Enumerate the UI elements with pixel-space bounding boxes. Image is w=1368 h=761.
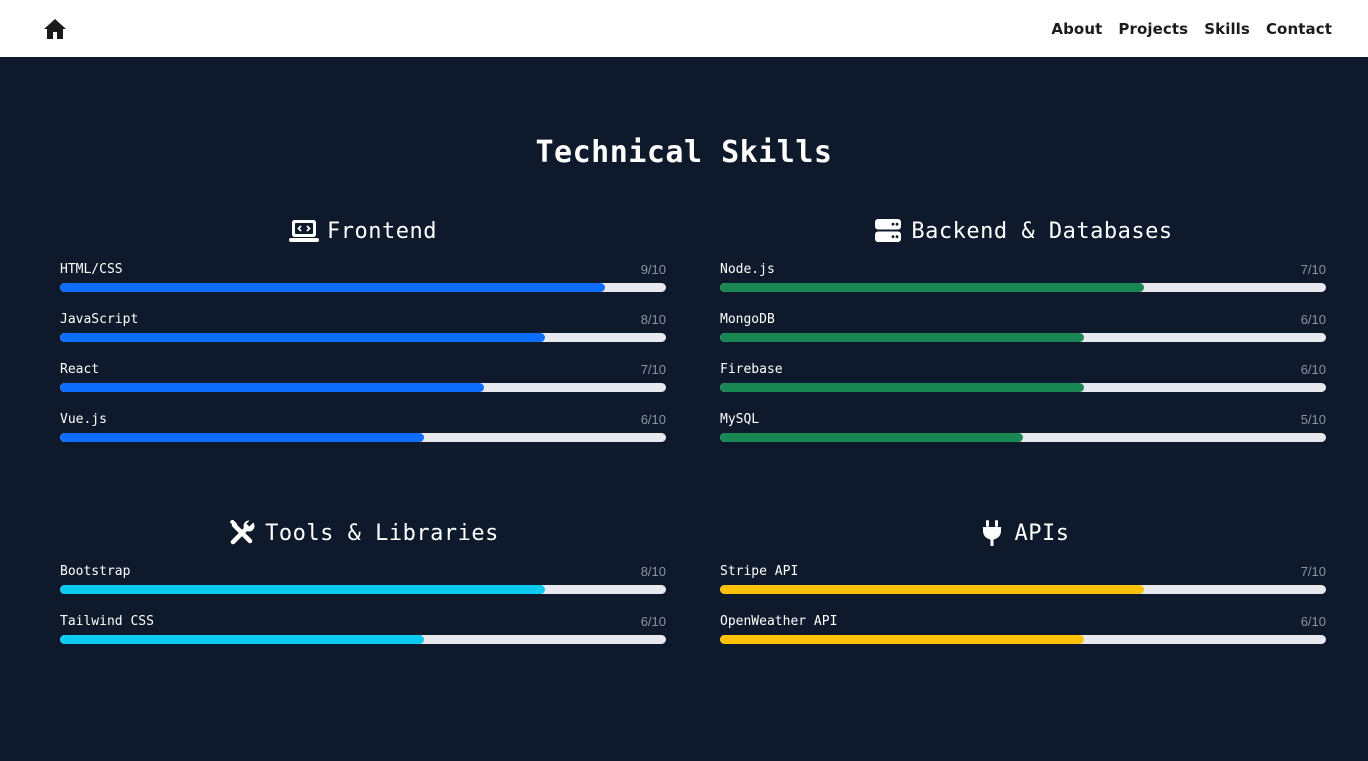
page-title: Technical Skills	[535, 135, 833, 170]
progress-track	[720, 283, 1326, 292]
skill-item: MySQL 5/10	[720, 410, 1326, 460]
progress-track	[720, 585, 1326, 594]
progress-fill	[60, 333, 545, 342]
skill-name: Firebase	[720, 362, 783, 377]
skill-item: React 7/10	[60, 360, 666, 410]
skill-score: 9/10	[640, 262, 666, 277]
group-header: Frontend	[60, 216, 666, 246]
skill-name: Vue.js	[60, 412, 107, 427]
skill-item: OpenWeather API 6/10	[720, 612, 1326, 662]
home-icon	[44, 18, 66, 39]
skill-score: 7/10	[1300, 262, 1326, 277]
skill-score: 5/10	[1300, 412, 1326, 427]
skill-group-frontend: Frontend HTML/CSS 9/10 JavaScript 8/10 R…	[60, 216, 666, 460]
skill-group-backend: Backend & Databases Node.js 7/10 MongoDB…	[720, 216, 1326, 460]
skill-name: React	[60, 362, 100, 377]
skill-item: HTML/CSS 9/10	[60, 260, 666, 310]
skill-score: 8/10	[640, 312, 666, 327]
server-icon	[873, 216, 903, 246]
skill-item: Bootstrap 8/10	[60, 562, 666, 612]
nav-links: About Projects Skills Contact	[1051, 20, 1332, 38]
nav-skills[interactable]: Skills	[1204, 20, 1250, 38]
nav-about[interactable]: About	[1051, 20, 1102, 38]
skill-score: 6/10	[1300, 614, 1326, 629]
nav-projects[interactable]: Projects	[1118, 20, 1188, 38]
progress-track	[60, 635, 666, 644]
plug-icon	[977, 518, 1007, 548]
progress-track	[60, 283, 666, 292]
progress-fill	[720, 635, 1084, 644]
skill-name: Tailwind CSS	[60, 614, 154, 629]
skill-item: Node.js 7/10	[720, 260, 1326, 310]
navbar: About Projects Skills Contact	[0, 0, 1368, 57]
skill-score: 7/10	[1300, 564, 1326, 579]
progress-track	[720, 433, 1326, 442]
skill-score: 6/10	[640, 412, 666, 427]
progress-fill	[60, 283, 606, 292]
progress-fill	[720, 585, 1145, 594]
group-header: APIs	[720, 518, 1326, 548]
skill-group-tools: Tools & Libraries Bootstrap 8/10 Tailwin…	[60, 518, 666, 662]
progress-track	[720, 333, 1326, 342]
progress-fill	[60, 433, 424, 442]
group-title: APIs	[1014, 520, 1070, 546]
skill-item: Firebase 6/10	[720, 360, 1326, 410]
progress-track	[720, 635, 1326, 644]
skill-score: 6/10	[1300, 362, 1326, 377]
progress-track	[60, 333, 666, 342]
skill-name: MongoDB	[720, 312, 775, 327]
laptop-code-icon	[289, 216, 320, 246]
skill-name: HTML/CSS	[60, 262, 123, 277]
progress-fill	[60, 635, 424, 644]
progress-fill	[60, 585, 545, 594]
progress-fill	[720, 433, 1023, 442]
skill-item: Stripe API 7/10	[720, 562, 1326, 612]
skill-name: MySQL	[720, 412, 760, 427]
progress-fill	[720, 383, 1084, 392]
skill-group-apis: APIs Stripe API 7/10 OpenWeather API 6/1…	[720, 518, 1326, 662]
skill-name: Node.js	[720, 262, 775, 277]
group-title: Tools & Libraries	[265, 520, 499, 546]
skill-name: OpenWeather API	[720, 614, 838, 629]
progress-track	[60, 585, 666, 594]
progress-fill	[720, 333, 1084, 342]
skill-score: 8/10	[640, 564, 666, 579]
skill-name: Stripe API	[720, 564, 799, 579]
skill-score: 6/10	[640, 614, 666, 629]
nav-contact[interactable]: Contact	[1266, 20, 1332, 38]
skill-item: JavaScript 8/10	[60, 310, 666, 360]
skill-score: 7/10	[640, 362, 666, 377]
home-link[interactable]	[43, 18, 67, 40]
group-header: Tools & Libraries	[60, 518, 666, 548]
progress-track	[60, 383, 666, 392]
progress-track	[60, 433, 666, 442]
tools-icon	[227, 518, 257, 548]
skill-item: MongoDB 6/10	[720, 310, 1326, 360]
group-header: Backend & Databases	[720, 216, 1326, 246]
skill-name: Bootstrap	[60, 564, 131, 579]
progress-track	[720, 383, 1326, 392]
group-title: Backend & Databases	[911, 218, 1173, 244]
skill-item: Tailwind CSS 6/10	[60, 612, 666, 662]
progress-fill	[720, 283, 1145, 292]
skill-item: Vue.js 6/10	[60, 410, 666, 460]
progress-fill	[60, 383, 485, 392]
group-title: Frontend	[327, 218, 437, 244]
skill-name: JavaScript	[60, 312, 139, 327]
skill-score: 6/10	[1300, 312, 1326, 327]
